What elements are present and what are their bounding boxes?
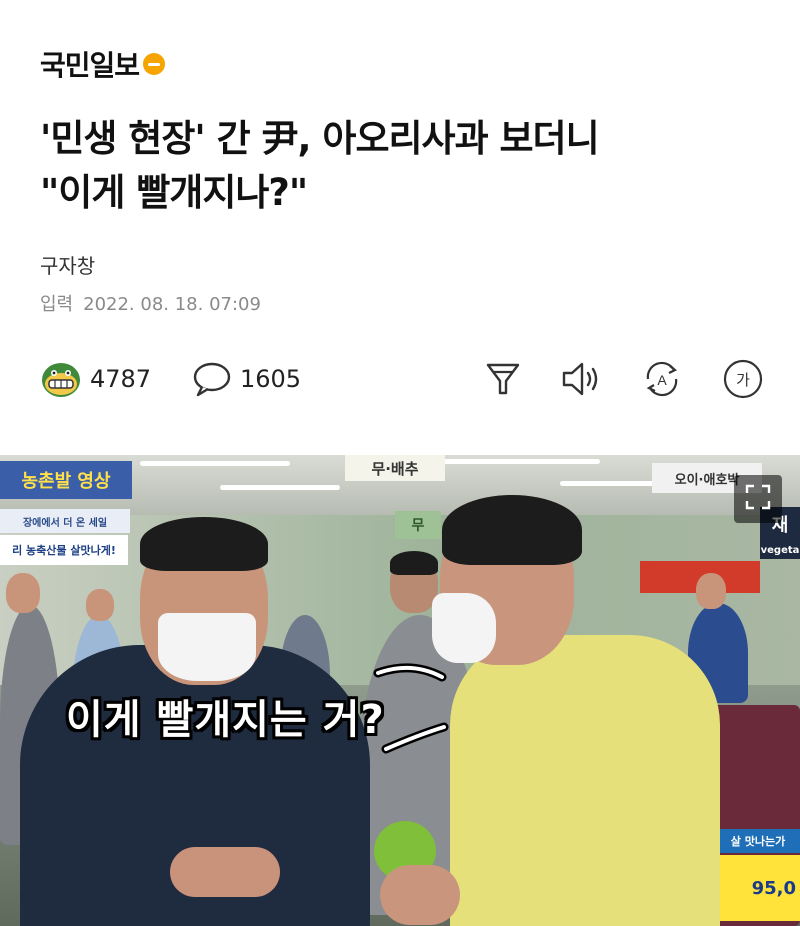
- man-yellow-hair: [442, 495, 582, 565]
- reaction-icon: [40, 358, 82, 400]
- sign-right-small: vegeta: [760, 541, 800, 559]
- fullscreen-button[interactable]: [734, 475, 782, 523]
- man-yellow-hand: [380, 865, 460, 925]
- man-navy-hair: [140, 517, 268, 571]
- audio-button[interactable]: [560, 354, 604, 404]
- caption-emphasis-strokes: [373, 663, 449, 754]
- wall-tag: 무: [395, 511, 441, 539]
- man-yellow-jacket: [450, 635, 720, 926]
- comment-button[interactable]: 1605: [192, 354, 301, 404]
- headline-line-2: "이게 빨개지나?": [40, 171, 308, 214]
- article-photo[interactable]: 농촌발 영상 무·배추 오이·애호박 장에에서 더 온 세일 리 농축산물 살맛…: [0, 455, 800, 926]
- article-toolbar: 4787 1605 A 가: [0, 354, 800, 404]
- photo-caption: 이게 빨개지는 거?: [66, 697, 385, 743]
- background-person-head: [86, 589, 114, 621]
- price-tag: 95,0: [716, 855, 800, 921]
- publisher-badge-icon: [143, 53, 166, 75]
- reaction-button[interactable]: 4787: [40, 354, 151, 404]
- article-dateline: 입력 2022. 08. 18. 07:09: [40, 290, 261, 316]
- man-navy-hands: [170, 847, 280, 897]
- comment-icon: [192, 359, 232, 399]
- ceiling-light: [220, 485, 340, 490]
- background-person-head: [696, 573, 726, 609]
- sign-top-center: 무·배추: [345, 455, 445, 481]
- audio-icon: [560, 359, 604, 399]
- date-value: 2022. 08. 18. 07:09: [83, 294, 261, 315]
- translate-button[interactable]: A: [640, 354, 684, 404]
- left-banner-1: 장에에서 더 온 세일: [0, 509, 130, 533]
- publisher-logo[interactable]: 국민일보: [40, 44, 166, 84]
- background-person-head: [6, 573, 40, 613]
- translate-icon: A: [640, 357, 684, 401]
- font-size-icon: 가: [722, 358, 764, 400]
- shelf-sign: 살 맛나는가: [716, 829, 800, 853]
- sign-top-left: 농촌발 영상: [0, 461, 132, 499]
- ceiling-light: [440, 459, 600, 464]
- translate-glyph: A: [657, 372, 667, 388]
- font-size-button[interactable]: 가: [722, 354, 764, 404]
- summary-button[interactable]: [484, 354, 522, 404]
- man-navy-mask: [158, 613, 256, 681]
- date-label: 입력: [40, 294, 74, 315]
- background-person-hair: [390, 551, 438, 575]
- ceiling-light: [140, 461, 290, 466]
- font-size-glyph: 가: [736, 371, 750, 389]
- summary-icon: [484, 359, 522, 399]
- article-headline: '민생 현장' 간 尹, 아오리사과 보더니 "이게 빨개지나?": [40, 112, 760, 220]
- left-banner-2: 리 농축산물 살맛나게!: [0, 535, 128, 565]
- publisher-name: 국민일보: [40, 49, 140, 82]
- expand-icon: [745, 484, 771, 514]
- headline-line-1: '민생 현장' 간 尹, 아오리사과 보더니: [40, 117, 600, 160]
- comment-count: 1605: [240, 365, 302, 393]
- article-author[interactable]: 구자창: [40, 250, 95, 279]
- reaction-count: 4787: [90, 365, 152, 393]
